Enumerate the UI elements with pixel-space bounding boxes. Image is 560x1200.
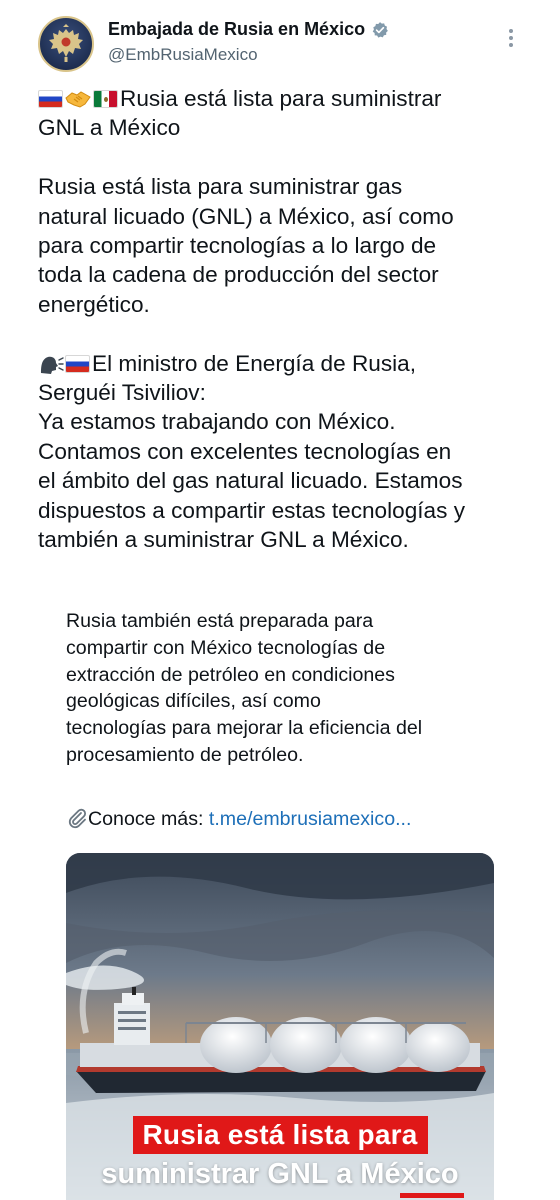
tweet-line: toda la cadena de producción del sector: [38, 262, 439, 288]
image-banner-line-2: suministrar GNL a México: [101, 1158, 459, 1190]
account-name[interactable]: Embajada de Rusia en México: [108, 19, 365, 40]
quote-line: Rusia también está preparada para: [66, 610, 374, 632]
tweet-line: también a suministrar GNL a México.: [38, 527, 409, 553]
avatar[interactable]: [38, 16, 94, 72]
tweet-line: Ya estamos trabajando con México.: [38, 409, 396, 435]
tweet-line: natural licuado (GNL) a México, así como: [38, 203, 454, 229]
tweet-line: El ministro de Energía de Rusia,: [38, 349, 528, 378]
double-headed-eagle-emblem-icon: [49, 24, 83, 62]
tweet-line: Rusia está lista para suministrar gas: [38, 174, 403, 200]
more-info-row: Conoce más: t.me/embrusiamexico...: [66, 806, 411, 832]
quote-line: procesamiento de petróleo.: [66, 743, 304, 766]
more-options-icon[interactable]: [502, 26, 520, 50]
russia-flag-icon: [65, 354, 90, 373]
tweet-image[interactable]: Rusia está lista para suministrar GNL a …: [66, 853, 494, 1200]
quote-line: extracción de petróleo en condiciones: [66, 663, 395, 686]
tweet-line: dispuestos a compartir estas tecnologías…: [38, 497, 465, 523]
tweet-body: Rusia está lista para suministrar GNL a …: [38, 84, 528, 554]
image-banner-line-1: Rusia está lista para: [66, 1116, 494, 1154]
tweet-header: Embajada de Rusia en México @EmbRusiaMex…: [0, 0, 560, 80]
tweet-headline-line-1: Rusia está lista para suministrar: [38, 84, 528, 113]
telegram-link[interactable]: t.me/embrusiamexico...: [209, 808, 412, 830]
mexico-flag-icon: [93, 90, 118, 108]
account-handle[interactable]: @EmbRusiaMexico: [108, 45, 258, 65]
tweet-line: para compartir tecnologías a lo largo de: [38, 233, 437, 259]
tweet-line: Serguéi Tsiviliov:: [38, 380, 206, 406]
quote-line: geológicas difíciles, así como: [66, 690, 321, 713]
quote-line: tecnologías para mejorar la eficiencia d…: [66, 717, 423, 740]
verified-badge-icon: [372, 21, 388, 38]
speaking-head-icon: [41, 356, 64, 374]
tweet-headline-line-2: GNL a México: [38, 115, 181, 141]
tweet-line: energético.: [38, 291, 150, 317]
tweet-line: Contamos con excelentes tecnologías en: [38, 438, 452, 464]
banner-underline: [400, 1193, 464, 1198]
paperclip-icon: [68, 808, 87, 829]
more-info-label: Conoce más:: [88, 808, 209, 830]
quote-line: compartir con México tecnologías de: [66, 636, 386, 659]
handshake-icon: [65, 91, 91, 108]
russia-flag-icon: [38, 90, 63, 108]
quote-block: Rusia también está preparada para compar…: [66, 608, 506, 769]
tweet-line: el ámbito del gas natural licuado. Estam…: [38, 468, 463, 494]
